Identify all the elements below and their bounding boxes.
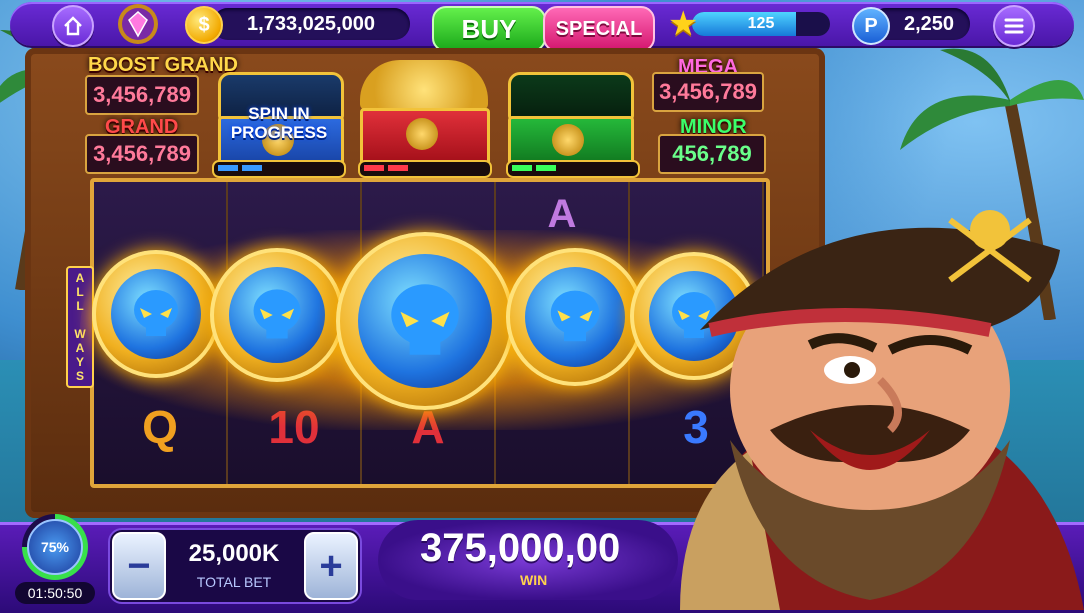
skull-icon: [550, 290, 600, 342]
skull-medal-1: [92, 250, 220, 378]
menu-icon: [1004, 18, 1024, 34]
star-level-icon: ★: [668, 5, 699, 43]
menu-button[interactable]: [993, 5, 1035, 47]
home-icon: [64, 16, 82, 36]
chest-red-meter: [358, 160, 492, 178]
grand-value: 3,456,789: [85, 134, 199, 174]
skull-medal-4: [506, 248, 644, 386]
chest-red-gold: [360, 60, 488, 110]
minor-value: 456,789: [658, 134, 766, 174]
decrease-bet-button[interactable]: −: [112, 532, 166, 600]
chest-green-lid: [508, 72, 634, 120]
chest-green-meter: [506, 160, 640, 178]
coin-balance: 1,733,025,000: [212, 8, 410, 40]
chest-red-lock-icon: [406, 118, 438, 150]
chest-red[interactable]: [360, 60, 490, 174]
win-label: WIN: [520, 572, 548, 588]
gem-badge-icon[interactable]: [115, 2, 161, 46]
skull-medal-2: [210, 248, 344, 382]
increase-bet-button[interactable]: +: [304, 532, 358, 600]
spin-in-progress-text: SPIN IN PROGRESS: [230, 104, 328, 142]
chest-green[interactable]: [508, 72, 634, 176]
coin-icon: $: [185, 6, 223, 44]
chest-green-lock-icon: [552, 124, 584, 156]
special-button[interactable]: SPECIAL: [543, 6, 655, 52]
pirate-character: [680, 210, 1084, 610]
points-icon: P: [852, 7, 890, 45]
bonus-timer-countdown: 01:50:50: [15, 582, 95, 604]
bonus-timer-percent: 75%: [27, 519, 83, 575]
chest-blue-meter: [212, 160, 346, 178]
total-bet-value: 25,000K: [188, 540, 280, 567]
home-button[interactable]: [52, 5, 94, 47]
buy-button[interactable]: BUY: [432, 6, 546, 52]
bonus-timer-ring[interactable]: 75%: [22, 514, 88, 580]
boost-grand-value: 3,456,789: [85, 75, 199, 115]
boost-grand-label: BOOST GRAND: [88, 54, 238, 76]
skull-icon: [134, 290, 178, 336]
level-number: 125: [747, 15, 775, 32]
total-bet-label: TOTAL BET: [196, 574, 272, 590]
skull-medal-center: [336, 232, 514, 410]
mega-value: 3,456,789: [652, 72, 764, 112]
skull-icon: [253, 289, 301, 339]
skull-icon: [391, 284, 459, 355]
level-progress-bar: 125: [692, 12, 830, 36]
